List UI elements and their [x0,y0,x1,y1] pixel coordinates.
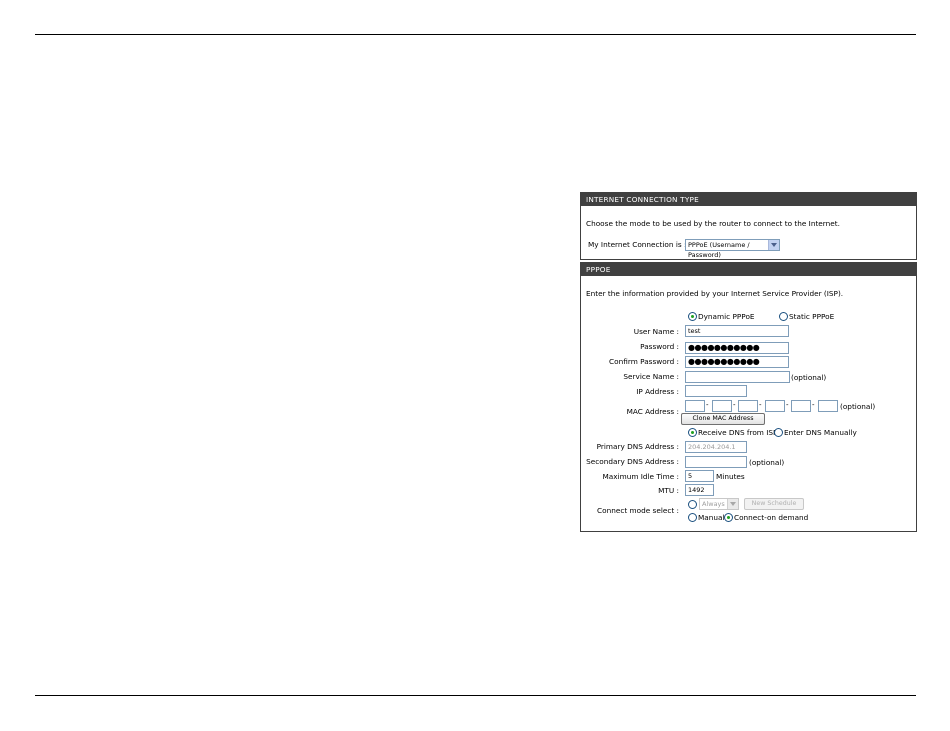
static-pppoe-radio[interactable] [779,312,788,321]
mac-separator: - [786,401,789,409]
password-input[interactable]: ●●●●●●●●●●● [685,342,789,354]
confirm-password-label: Confirm Password : [609,357,679,366]
enter-dns-manually-label: Enter DNS Manually [784,428,857,437]
ip-address-input[interactable] [685,385,747,397]
panel-description: Enter the information provided by your I… [586,289,844,298]
secondary-dns-optional: (optional) [749,458,785,467]
primary-dns-input[interactable]: 204.204.204.1 [685,441,747,453]
dynamic-pppoe-label: Dynamic PPPoE [698,312,755,321]
dynamic-pppoe-radio[interactable] [688,312,697,321]
manual-label: Manual [698,513,725,522]
bottom-rule [35,695,916,696]
panel-header: INTERNET CONNECTION TYPE [581,193,916,206]
idle-time-label: Maximum Idle Time : [602,472,679,481]
mac-optional: (optional) [840,402,876,411]
chevron-down-icon[interactable] [768,240,779,250]
connect-on-demand-radio[interactable] [724,513,733,522]
idle-time-input[interactable]: 5 [685,470,714,482]
always-on-radio[interactable] [688,500,697,509]
mac-separator: - [759,401,762,409]
password-label: Password : [640,342,679,351]
ip-address-label: IP Address : [636,387,679,396]
schedule-value: Always [702,500,725,508]
mac-octet-2[interactable] [712,400,732,412]
mac-octet-1[interactable] [685,400,705,412]
mac-octet-6[interactable] [818,400,838,412]
new-schedule-button[interactable]: New Schedule [744,498,804,510]
connection-type-select[interactable]: PPPoE (Username / Password) [685,239,780,259]
mac-address-label: MAC Address : [626,407,679,416]
schedule-select[interactable]: Always [699,498,739,510]
mac-octet-5[interactable] [791,400,811,412]
confirm-password-input[interactable]: ●●●●●●●●●●● [685,356,789,368]
username-label: User Name : [633,327,679,336]
mac-separator: - [812,401,815,409]
mac-separator: - [706,401,709,409]
panel-header: PPPOE [581,263,916,276]
internet-connection-type-panel: INTERNET CONNECTION TYPE Choose the mode… [580,192,917,260]
receive-dns-radio[interactable] [688,428,697,437]
idle-time-unit: Minutes [716,472,745,481]
mac-octet-4[interactable] [765,400,785,412]
connect-on-demand-label: Connect-on demand [734,513,809,522]
mtu-input[interactable]: 1492 [685,484,714,496]
enter-dns-manually-radio[interactable] [774,428,783,437]
secondary-dns-label: Secondary DNS Address : [586,457,679,466]
panel-description: Choose the mode to be used by the router… [586,219,840,228]
mtu-label: MTU : [658,486,679,495]
service-name-label: Service Name : [623,372,679,381]
connect-mode-label: Connect mode select : [597,506,679,515]
static-pppoe-label: Static PPPoE [789,312,835,321]
secondary-dns-input[interactable] [685,456,747,468]
mac-separator: - [733,401,736,409]
connection-type-label: My Internet Connection is : [588,240,687,249]
service-name-optional: (optional) [791,373,827,382]
mac-octet-3[interactable] [738,400,758,412]
service-name-input[interactable] [685,371,790,383]
pppoe-panel: PPPOE Enter the information provided by … [580,262,917,532]
clone-mac-address-button[interactable]: Clone MAC Address [681,413,765,425]
manual-radio[interactable] [688,513,697,522]
username-input[interactable]: test [685,325,789,337]
top-rule [35,34,916,35]
connection-type-value: PPPoE (Username / Password) [688,241,750,259]
receive-dns-label: Receive DNS from ISP [698,428,778,437]
primary-dns-label: Primary DNS Address : [596,442,679,451]
chevron-down-icon[interactable] [727,499,738,509]
